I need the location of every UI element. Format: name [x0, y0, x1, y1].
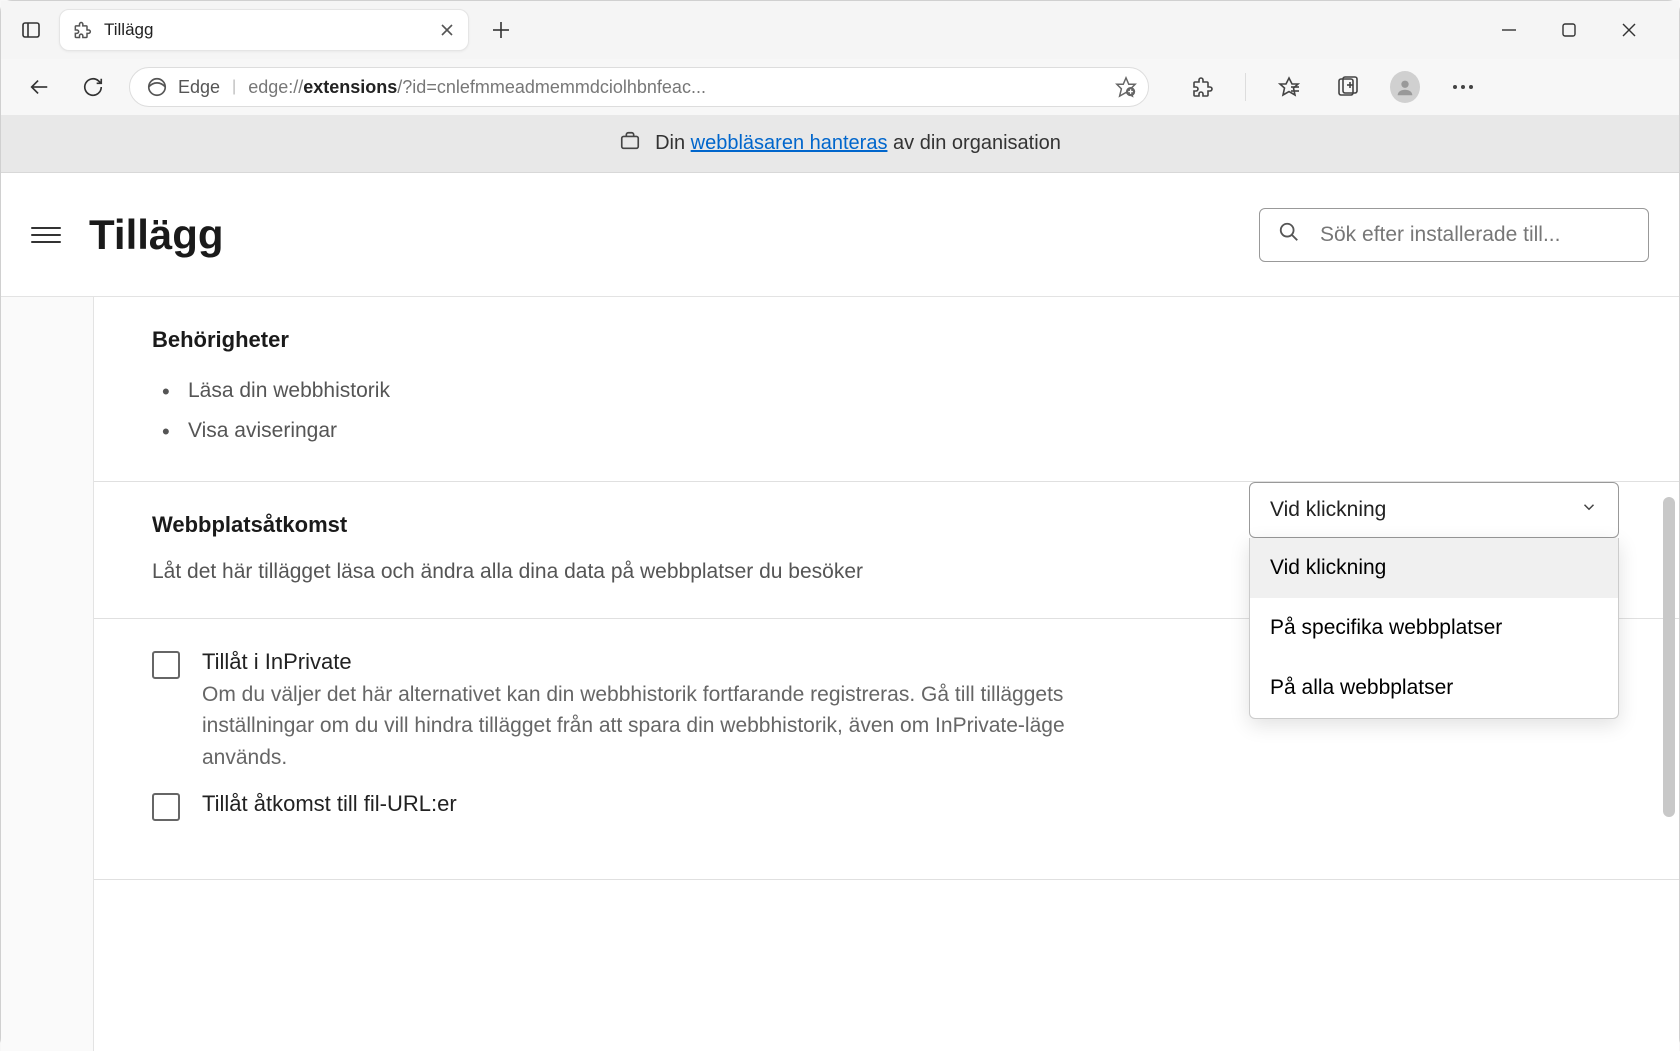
toolbar-actions — [1187, 72, 1478, 102]
inprivate-desc: Om du väljer det här alternativet kan di… — [202, 679, 1142, 774]
brand-label: Edge — [178, 77, 220, 98]
separator: | — [232, 78, 236, 96]
window-controls — [1499, 20, 1669, 40]
permission-item: Visa aviseringar — [188, 411, 1621, 451]
toolbar: Edge | edge://extensions/?id=cnlefmmeadm… — [1, 59, 1679, 115]
extensions-button[interactable] — [1187, 72, 1217, 102]
minimize-button[interactable] — [1499, 20, 1519, 40]
file-urls-option: Tillåt åtkomst till fil-URL:er — [152, 791, 1621, 821]
content-wrap: Behörigheter Läsa din webbhistorik Visa … — [1, 297, 1679, 1051]
new-tab-button[interactable] — [483, 12, 519, 48]
site-access-section: Webbplatsåtkomst Låt det här tillägget l… — [94, 482, 1679, 619]
close-window-button[interactable] — [1619, 20, 1639, 40]
permissions-section: Behörigheter Läsa din webbhistorik Visa … — [94, 297, 1679, 482]
address-bar[interactable]: Edge | edge://extensions/?id=cnlefmmeadm… — [129, 67, 1149, 107]
dropdown-button[interactable]: Vid klickning — [1249, 482, 1619, 538]
dropdown-menu: Vid klickning På specifika webbplatser P… — [1249, 538, 1619, 719]
dropdown-option[interactable]: Vid klickning — [1250, 538, 1618, 598]
extension-icon — [72, 20, 92, 40]
chevron-down-icon — [1580, 498, 1598, 522]
permission-item: Läsa din webbhistorik — [188, 371, 1621, 411]
back-button[interactable] — [21, 69, 57, 105]
favorites-button[interactable] — [1274, 72, 1304, 102]
managed-link[interactable]: webbläsaren hanteras — [691, 132, 888, 154]
search-input[interactable] — [1320, 223, 1630, 247]
close-tab-button[interactable] — [438, 21, 456, 39]
edge-logo-icon: Edge — [146, 76, 220, 98]
inprivate-label: Tillåt i InPrivate — [202, 649, 1142, 675]
site-access-desc: Låt det här tillägget läsa och ändra all… — [152, 556, 982, 588]
search-box[interactable] — [1259, 208, 1649, 262]
avatar-icon — [1390, 71, 1420, 103]
maximize-button[interactable] — [1559, 20, 1579, 40]
separator — [1245, 73, 1246, 101]
dropdown-option[interactable]: På specifika webbplatser — [1250, 598, 1618, 658]
dropdown-option[interactable]: På alla webbplatser — [1250, 658, 1618, 718]
permissions-list: Läsa din webbhistorik Visa aviseringar — [152, 371, 1621, 451]
dropdown-selected: Vid klickning — [1270, 498, 1386, 522]
page-title: Tillägg — [89, 211, 224, 259]
managed-org-bar: Din webbläsaren hanteras av din organisa… — [1, 115, 1679, 173]
file-urls-label: Tillåt åtkomst till fil-URL:er — [202, 791, 457, 817]
scrollbar-thumb[interactable] — [1663, 497, 1675, 817]
managed-text: Din webbläsaren hanteras av din organisa… — [655, 132, 1061, 155]
menu-button[interactable] — [1448, 72, 1478, 102]
tab-title: Tillägg — [104, 20, 426, 40]
url-text: edge://extensions/?id=cnlefmmeadmemmdcio… — [248, 77, 1098, 98]
page-header: Tillägg — [1, 173, 1679, 297]
search-icon — [1278, 221, 1300, 248]
titlebar: Tillägg — [1, 1, 1679, 59]
site-access-title: Webbplatsåtkomst — [152, 512, 1229, 538]
site-access-dropdown: Vid klickning Vid klickning På specifika… — [1249, 482, 1619, 719]
inprivate-checkbox[interactable] — [152, 651, 180, 679]
content: Behörigheter Läsa din webbhistorik Visa … — [93, 297, 1679, 1051]
briefcase-icon — [619, 130, 641, 158]
browser-tab[interactable]: Tillägg — [59, 9, 469, 51]
menu-toggle-button[interactable] — [31, 220, 61, 250]
profile-button[interactable] — [1390, 72, 1420, 102]
permissions-title: Behörigheter — [152, 327, 1621, 353]
refresh-button[interactable] — [75, 69, 111, 105]
tab-actions-icon[interactable] — [15, 14, 47, 46]
collections-button[interactable] — [1332, 72, 1362, 102]
favorite-button[interactable] — [1110, 71, 1142, 103]
file-urls-checkbox[interactable] — [152, 793, 180, 821]
